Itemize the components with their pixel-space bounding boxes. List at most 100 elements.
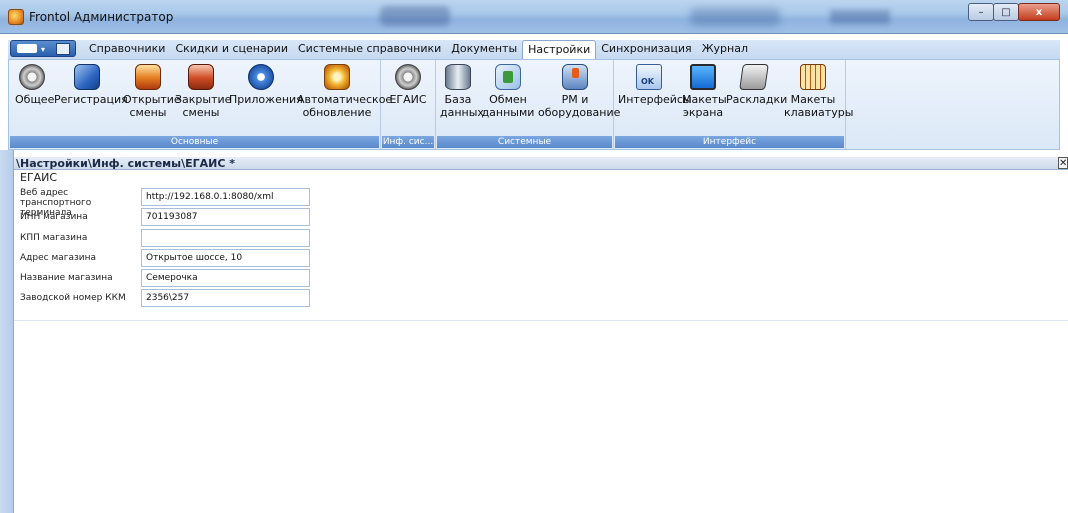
document-path: \Настройки\Инф. системы\ЕГАИС * [16, 157, 236, 170]
button-label: экрана [682, 106, 724, 119]
button-label: ЕГАИС [389, 93, 427, 106]
ribbon-group-label: Основные [10, 136, 379, 148]
field-label: ИНН магазина [20, 212, 88, 222]
document-workspace [14, 322, 1068, 513]
close-shift-icon [188, 64, 214, 90]
button-label: Раскладки [726, 93, 788, 106]
keyboard-layout-icon [739, 64, 769, 90]
close-document-button[interactable]: ✕ [1058, 157, 1068, 169]
button-label: Автоматическое [297, 93, 393, 106]
registration-icon [74, 64, 100, 90]
workstation-equipment-button[interactable]: РМ и оборудование [538, 64, 621, 119]
field-label: КПП магазина [20, 233, 88, 243]
button-label: смены [182, 106, 220, 119]
titlebar-decoration [380, 6, 450, 26]
button-label: Приложения [229, 93, 303, 106]
auto-update-icon [324, 64, 350, 90]
title-bar: Frontol Администратор – □ x [0, 0, 1068, 34]
monitor-icon [690, 64, 716, 90]
store-address-input[interactable] [141, 249, 310, 267]
ribbon-group-main: Общее Регистрация Открытие смены Закрыти… [9, 60, 393, 149]
button-label: Интерфейсы [618, 93, 692, 106]
field-label: Заводской номер ККМ [20, 293, 126, 303]
field-label: Название магазина [20, 273, 113, 283]
application-menu-icon[interactable] [17, 44, 37, 53]
close-window-button[interactable]: x [1018, 3, 1060, 21]
button-label: Макеты [682, 93, 727, 106]
kkm-serial-number-input[interactable] [141, 289, 310, 307]
ribbon-group-system: База данных Обмен данными РМ и оборудова… [436, 60, 621, 149]
frontol-app-icon [8, 9, 24, 25]
tab-references[interactable]: Справочники [84, 40, 170, 59]
titlebar-decoration [690, 8, 780, 26]
tab-system-references[interactable]: Системные справочники [293, 40, 446, 59]
screen-layouts-button[interactable]: Макеты экрана [682, 64, 727, 119]
document-path-bar: \Настройки\Инф. системы\ЕГАИС * ✕ [14, 157, 1068, 170]
tab-settings[interactable]: Настройки [522, 40, 597, 59]
menu-tab-strip: ▾ Справочники Скидки и сценарии Системны… [8, 40, 1060, 59]
titlebar-decoration [830, 10, 890, 24]
tab-documents[interactable]: Документы [446, 40, 522, 59]
workstation-equipment-icon [562, 64, 588, 90]
ribbon: Общее Регистрация Открытие смены Закрыти… [8, 59, 1060, 150]
database-icon [445, 64, 471, 90]
open-shift-icon [135, 64, 161, 90]
general-settings-button[interactable]: Общее [15, 64, 55, 106]
button-label: Закрытие [175, 93, 232, 106]
button-label: обновление [302, 106, 372, 119]
chevron-down-icon[interactable]: ▾ [41, 45, 45, 54]
store-inn-input[interactable] [141, 208, 310, 226]
quick-access-toolbar[interactable]: ▾ [10, 40, 76, 57]
interfaces-icon [636, 64, 662, 90]
window-controls: – □ x [968, 3, 1060, 21]
egais-button[interactable]: ЕГАИС [387, 64, 429, 106]
data-exchange-button[interactable]: Обмен данными [480, 64, 536, 119]
auto-update-button[interactable]: Автоматическое обновление [297, 64, 393, 119]
button-label: Макеты [790, 93, 836, 106]
gear-icon [395, 64, 421, 90]
button-label: Обмен [489, 93, 527, 106]
button-label: смены [129, 106, 167, 119]
tab-discounts-scenarios[interactable]: Скидки и сценарии [170, 40, 293, 59]
store-name-input[interactable] [141, 269, 310, 287]
interfaces-button[interactable]: Интерфейсы [618, 64, 692, 106]
save-icon[interactable] [56, 43, 70, 55]
database-button[interactable]: База данных [440, 64, 484, 119]
keyboard-icon [800, 64, 826, 90]
registration-button[interactable]: Регистрация [54, 64, 128, 106]
ribbon-group-interface: Интерфейсы Макеты экрана Раскладки Макет… [614, 60, 854, 149]
open-shift-button[interactable]: Открытие смены [123, 64, 181, 119]
field-label: Адрес магазина [20, 253, 97, 263]
tab-synchronization[interactable]: Синхронизация [596, 40, 696, 59]
button-label: Общее [15, 93, 55, 106]
ribbon-group-label: Системные [437, 136, 612, 148]
transport-terminal-url-input[interactable] [141, 188, 310, 206]
button-label: База [444, 93, 472, 106]
button-label: Регистрация [54, 93, 128, 106]
applications-button[interactable]: Приложения [229, 64, 303, 106]
tab-journal[interactable]: Журнал [697, 40, 753, 59]
data-exchange-icon [495, 64, 521, 90]
ribbon-group-label: Инф. сис... [382, 136, 434, 148]
ribbon-group-label: Интерфейс [615, 136, 844, 148]
menu-tabs: Справочники Скидки и сценарии Системные … [84, 40, 753, 59]
button-label: Открытие [123, 93, 181, 106]
maximize-button[interactable]: □ [993, 3, 1019, 21]
button-label: оборудование [538, 106, 621, 119]
applications-icon [248, 64, 274, 90]
close-shift-button[interactable]: Закрытие смены [175, 64, 232, 119]
store-kpp-input[interactable] [141, 229, 310, 247]
workspace-left-edge [0, 150, 14, 513]
minimize-button[interactable]: – [968, 3, 994, 21]
egais-settings-form: ЕГАИС Веб адрес транспортного терминала … [14, 171, 1068, 321]
ribbon-group-info-systems: ЕГАИС Инф. сис... [381, 60, 436, 149]
button-label: клавиатуры [784, 106, 854, 119]
section-title: ЕГАИС [20, 171, 58, 184]
button-label: данными [481, 106, 535, 119]
button-label: РМ и [561, 93, 589, 106]
window-title: Frontol Администратор [29, 10, 174, 24]
layouts-button[interactable]: Раскладки [726, 64, 788, 106]
gear-icon [19, 64, 45, 90]
button-label: данных [440, 106, 484, 119]
keyboard-layouts-button[interactable]: Макеты клавиатуры [784, 64, 854, 119]
